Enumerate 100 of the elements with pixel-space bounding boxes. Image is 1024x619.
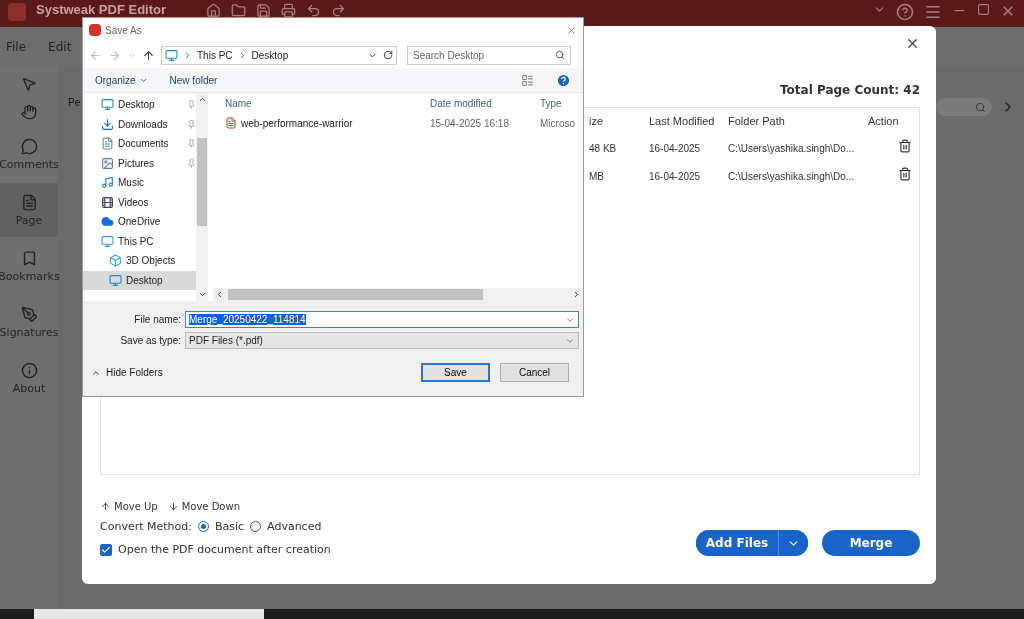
nav-item[interactable]: Downloads [83,114,196,134]
scroll-left-icon[interactable] [215,290,224,299]
app-logo [8,3,26,21]
redo-icon[interactable] [331,3,347,18]
table-cell: 48 KB [589,141,617,155]
table-cell: 16-04-2025 [649,141,701,155]
close-icon[interactable] [905,36,920,51]
nav-item[interactable]: 3D Objects [83,251,196,271]
up-arrow-icon [100,501,111,512]
table-cell: C:\Users\yashika.singh\Do... [728,169,855,183]
nav-item[interactable]: OneDrive [83,212,196,232]
nav-item[interactable]: Videos [83,192,196,212]
maximize-icon[interactable] [977,3,990,16]
file-type: Microso [540,117,575,129]
nav-item[interactable]: Desktop [83,95,196,115]
page-icon [20,193,38,211]
scroll-thumb[interactable] [228,289,483,300]
monitor-icon [101,98,114,112]
field-label: File name: [133,314,182,325]
info-icon [20,361,38,379]
column-header[interactable]: Date modified [430,97,492,109]
radio-label: Advanced [267,520,322,533]
refresh-icon[interactable] [383,50,393,60]
organize-button[interactable]: Organize [95,74,148,86]
scroll-thumb[interactable] [197,138,207,226]
sidebar-label: Bookmarks [0,269,60,283]
cancel-button[interactable]: Cancel [500,363,569,382]
move-up-link[interactable]: Move Up [100,501,158,512]
dropdown-button[interactable] [778,530,808,556]
move-down-link[interactable]: Move Down [167,501,240,512]
document-icon [101,137,114,151]
nav-item[interactable]: Pictures [83,153,196,173]
trash-icon[interactable] [898,167,912,181]
down-arrow-icon [167,501,179,512]
save-icon[interactable] [256,3,272,18]
convert-method-label: Convert Method: [100,520,192,533]
file-date: 15-04-2025 16:18 [430,117,509,129]
search-icon [975,101,986,113]
nav-item[interactable]: This PC [83,231,196,251]
help-icon[interactable] [896,3,914,21]
print-icon[interactable] [281,3,297,18]
separator-icon [183,50,192,60]
computer-icon [165,48,178,62]
table-cell: C:\Users\yashika.singh\Do... [728,141,855,155]
download-icon [101,117,114,131]
scroll-right-icon[interactable] [572,290,581,299]
sidebar-label: Signatures [0,325,59,339]
home-icon[interactable] [206,3,222,18]
cloud-icon [101,215,114,229]
folder-icon[interactable] [231,3,247,18]
file-type-dropdown[interactable]: PDF Files (*.pdf) [185,332,579,349]
column-header: Folder Path [728,115,785,127]
pointer-icon[interactable] [21,76,37,92]
checkbox[interactable] [100,543,112,556]
hide-folders-button[interactable]: Hide Folders [91,367,411,378]
merge-button[interactable]: Merge [822,530,920,556]
trash-icon[interactable] [898,139,912,153]
table-cell: MB [589,169,604,183]
scroll-up-icon[interactable] [197,95,207,104]
undo-icon[interactable] [306,3,322,18]
view-icon[interactable] [521,73,534,87]
nav-item[interactable]: Documents [83,134,196,154]
search-field[interactable] [936,98,992,116]
search-field[interactable]: Search Desktop [407,45,571,65]
field-label: Save as type: [119,335,182,346]
app-title: Systweak PDF Editor [36,3,167,17]
pin-icon [187,139,196,149]
cube-icon [109,254,122,268]
film-icon [101,195,114,209]
tab-label[interactable]: Pe [68,97,81,127]
music-note-icon [101,176,114,190]
sidebar-label: Comments [0,157,59,171]
file-name[interactable]: web-performance-warrior [225,117,353,129]
radio-label: Basic [214,520,245,533]
nav-item[interactable]: Desktop [83,270,196,290]
table-cell: 16-04-2025 [649,169,701,183]
scroll-down-icon[interactable] [197,290,207,299]
app-logo [89,24,101,36]
menu-icon[interactable] [924,3,942,21]
column-header[interactable]: Type [540,97,562,109]
image-icon [101,156,114,170]
column-header: ize [589,115,604,127]
monitor-icon [109,273,122,287]
page-count: Total Page Count: 42 [780,83,920,97]
sidebar-label: Page [15,213,43,227]
breadcrumb[interactable]: Desktop [251,49,289,61]
hand-icon[interactable] [21,104,37,120]
pen-icon [20,305,38,323]
up-icon[interactable] [142,48,155,62]
new-folder-button[interactable]: New folder [169,74,218,86]
column-header: Last Modified [649,115,715,127]
address-bar[interactable]: This PC Desktop [161,45,397,65]
nav-item[interactable]: Music [83,173,196,193]
column-header: Action [868,115,899,127]
column-header[interactable]: Name [225,97,252,109]
breadcrumb[interactable]: This PC [197,49,233,61]
save-button[interactable]: Save [421,363,490,382]
search-icon [555,49,565,60]
pin-icon [187,119,196,129]
file-name-field[interactable]: Merge_20250422_114814 [185,311,579,328]
